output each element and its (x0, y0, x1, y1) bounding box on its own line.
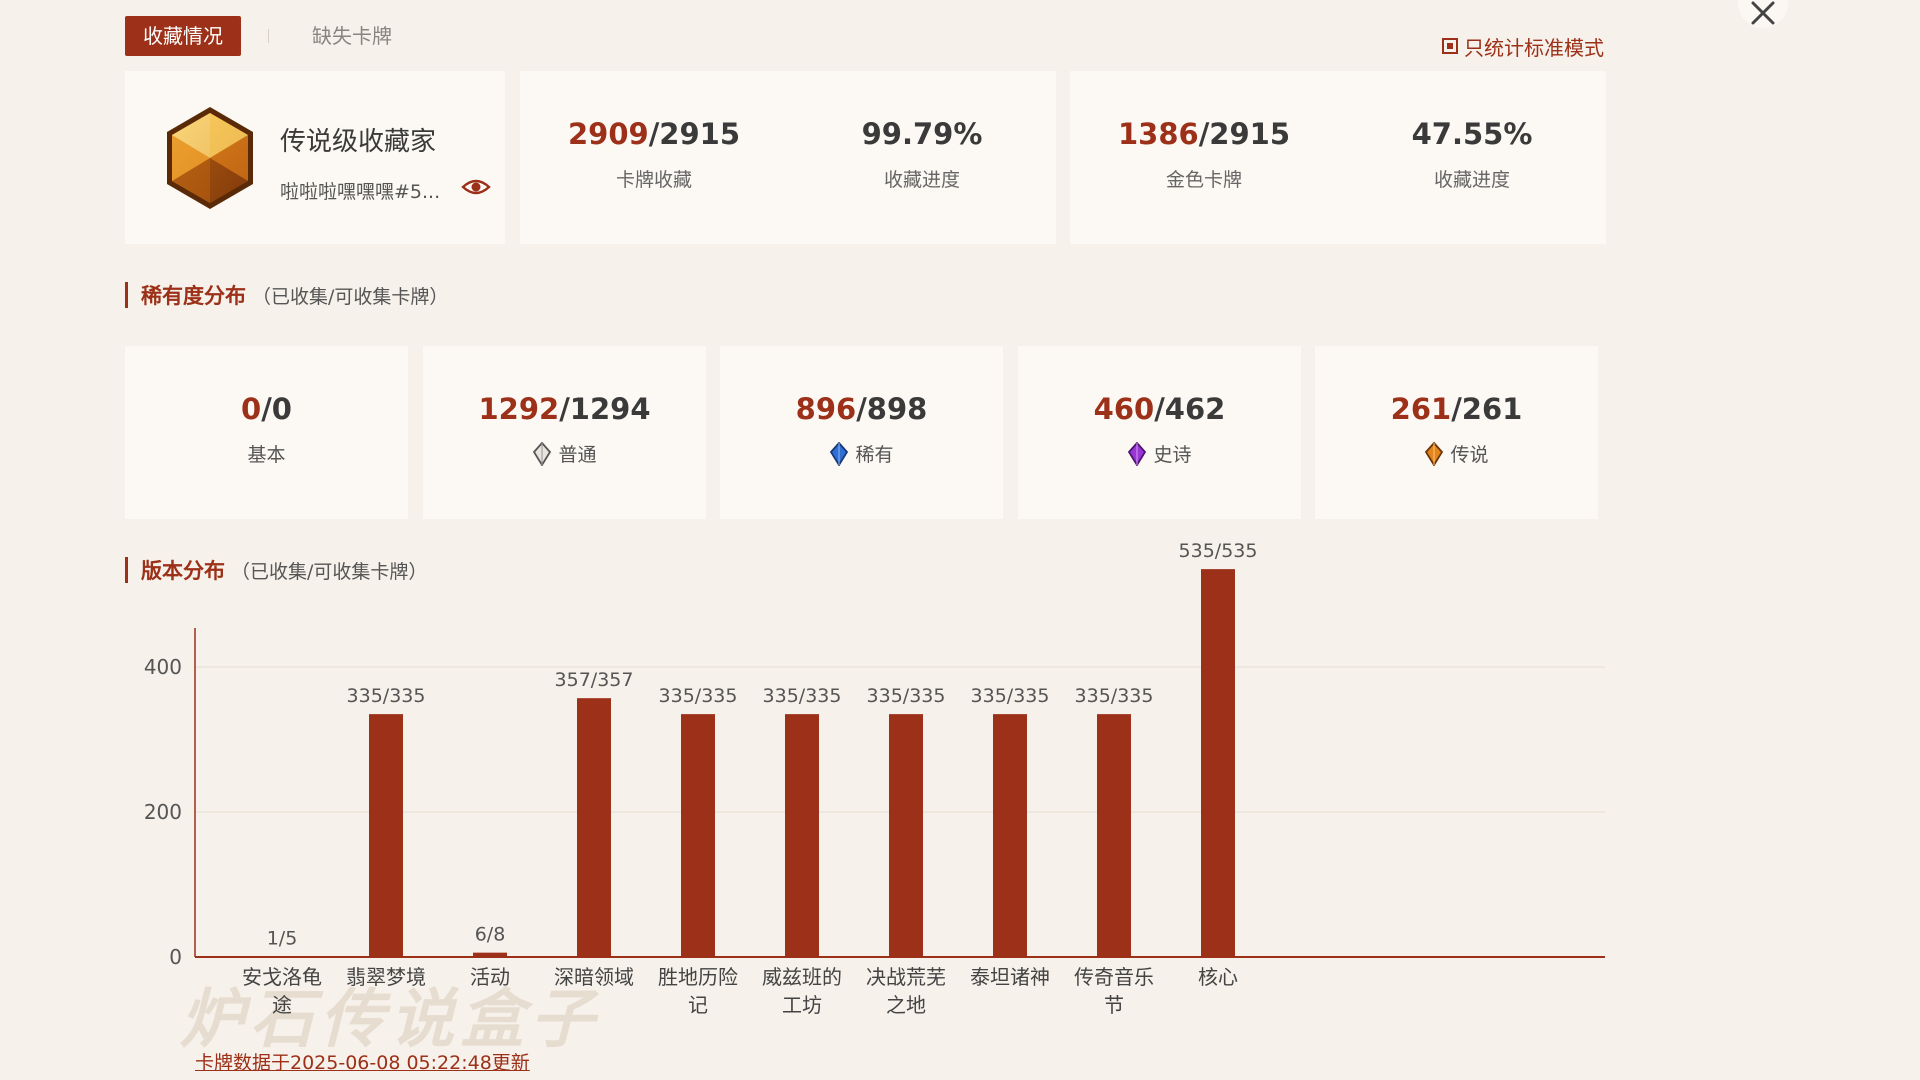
standard-mode-label: 只统计标准模式 (1464, 35, 1604, 60)
standard-mode-toggle[interactable]: 只统计标准模式 (1442, 32, 1604, 60)
rarity-section-header: 稀有度分布 （已收集/可收集卡牌） (125, 282, 448, 308)
rarity-total: /0 (261, 392, 292, 426)
section-marker (125, 557, 128, 583)
rarity-have: 896 (795, 392, 857, 426)
data-label: 335/335 (347, 685, 426, 707)
x-tick-label: 核心 (1198, 965, 1238, 989)
x-tick-label: 传奇音乐 (1074, 965, 1154, 989)
x-tick-label: 节 (1104, 993, 1124, 1017)
collector-title: 传说级收藏家 (280, 127, 437, 157)
bar (785, 714, 819, 957)
close-icon (1751, 1, 1775, 25)
progress-value: 99.79% (861, 117, 983, 151)
rarity-total: /261 (1451, 392, 1523, 426)
progress-label: 收藏进度 (883, 169, 960, 191)
collected-label: 卡牌收藏 (615, 169, 692, 191)
x-tick-label: 决战荒芜 (866, 965, 946, 989)
watermark-text: 炉石传说盒子 (180, 983, 600, 1057)
rarity-section-title: 稀有度分布 (141, 284, 246, 308)
golden-progress-value: 47.55% (1411, 117, 1533, 151)
bar (265, 956, 299, 957)
data-label: 335/335 (867, 685, 946, 707)
bar (1097, 714, 1131, 957)
user-name: 啦啦啦嘿嘿嘿#5... (280, 181, 441, 203)
section-marker (125, 282, 128, 308)
rarity-label: 基本 (247, 444, 286, 466)
legendary-gem-icon (1425, 441, 1444, 466)
card-collection-card: 2909/2915 卡牌收藏 99.79% 收藏进度 (520, 71, 1056, 244)
rarity-have: 261 (1390, 392, 1452, 426)
x-tick-label: 之地 (886, 993, 926, 1017)
tab-collection-status[interactable]: 收藏情况 (125, 16, 241, 56)
update-time-link[interactable]: 卡牌数据于2025-06-08 05:22:48更新 (195, 1048, 530, 1075)
y-tick-label: 400 (144, 655, 182, 679)
golden-stat: 1386/2915 金色卡牌 (1070, 117, 1338, 192)
y-tick-label: 200 (144, 800, 182, 824)
bar (473, 952, 507, 957)
common-gem-icon (533, 441, 552, 466)
tab-missing-cards[interactable]: 缺失卡牌 (312, 16, 392, 56)
version-section-title: 版本分布 (141, 559, 225, 583)
rarity-label: 稀有 (855, 444, 894, 466)
data-label: 535/535 (1179, 540, 1258, 562)
data-label: 6/8 (475, 924, 506, 946)
rare-gem-icon (830, 441, 849, 466)
x-tick-label: 泰坦诸神 (970, 965, 1050, 989)
data-label: 335/335 (659, 685, 738, 707)
x-tick-label: 威兹班的 (762, 965, 842, 989)
rarity-card-rare: 896/898 稀有 (720, 346, 1003, 519)
golden-total: /2915 (1198, 117, 1291, 151)
rarity-total: /1294 (559, 392, 651, 426)
rarity-card-basic: 0/0 基本 (125, 346, 408, 519)
y-tick-label: 0 (169, 945, 182, 969)
bar (993, 714, 1027, 957)
bar (577, 698, 611, 957)
rarity-label: 史诗 (1153, 444, 1192, 466)
golden-card-card: 1386/2915 金色卡牌 47.55% 收藏进度 (1070, 71, 1606, 244)
rarity-total: /898 (856, 392, 928, 426)
tab-divider (268, 29, 269, 43)
checkbox-icon[interactable] (1442, 38, 1458, 54)
eye-icon[interactable] (461, 172, 491, 202)
bar (369, 714, 403, 957)
rarity-have: 460 (1093, 392, 1155, 426)
rarity-total: /462 (1154, 392, 1226, 426)
rarity-card-epic: 460/462 史诗 (1018, 346, 1301, 519)
legendary-collector-gem-icon (167, 107, 253, 209)
x-tick-label: 胜地历险 (658, 965, 738, 989)
profile-card: 传说级收藏家 啦啦啦嘿嘿嘿#5... (125, 71, 505, 244)
data-label: 335/335 (1075, 685, 1154, 707)
version-section-subtitle: （已收集/可收集卡牌） (231, 560, 428, 583)
total-count: /2915 (648, 117, 741, 151)
progress-stat: 99.79% 收藏进度 (788, 117, 1056, 192)
rarity-have: 1292 (478, 392, 560, 426)
bar (889, 714, 923, 957)
close-button[interactable] (1738, 0, 1788, 28)
rarity-have: 0 (241, 392, 262, 426)
collected-count: 2909 (567, 117, 649, 151)
golden-count: 1386 (1117, 117, 1199, 151)
rarity-label: 传说 (1450, 444, 1489, 466)
data-label: 357/357 (555, 669, 634, 691)
data-label: 335/335 (971, 685, 1050, 707)
rarity-card-common: 1292/1294 普通 (423, 346, 706, 519)
x-tick-label: 记 (688, 993, 708, 1017)
epic-gem-icon (1128, 441, 1147, 466)
rarity-section-subtitle: （已收集/可收集卡牌） (252, 285, 449, 308)
version-section-header: 版本分布 （已收集/可收集卡牌） (125, 557, 427, 583)
rarity-label: 普通 (558, 444, 597, 466)
data-label: 1/5 (267, 927, 298, 949)
golden-progress-label: 收藏进度 (1433, 169, 1510, 191)
bar (681, 714, 715, 957)
bar (1201, 569, 1235, 957)
golden-label: 金色卡牌 (1165, 169, 1242, 191)
data-label: 335/335 (763, 685, 842, 707)
collected-stat: 2909/2915 卡牌收藏 (520, 117, 788, 192)
golden-progress-stat: 47.55% 收藏进度 (1338, 117, 1606, 192)
rarity-card-legendary: 261/261 传说 (1315, 346, 1598, 519)
x-tick-label: 工坊 (782, 993, 822, 1017)
